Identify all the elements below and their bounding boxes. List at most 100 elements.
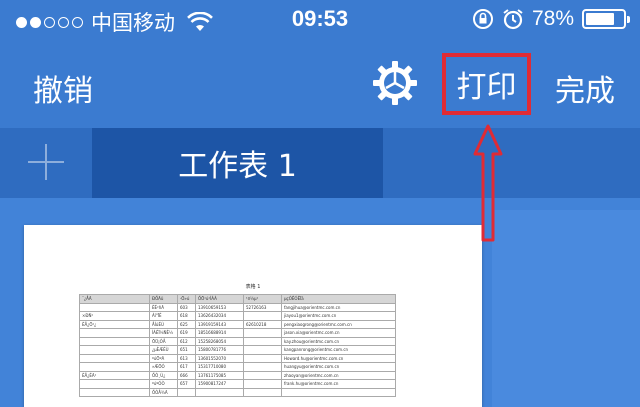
table-cell (243, 370, 282, 380)
tab-sheet-1[interactable]: 工作表 1 (92, 128, 383, 198)
table-cell: 657 (177, 379, 196, 389)
table-cell: ÕÔ¸Ú¿ (149, 370, 178, 380)
table-cell: 62610218 (243, 319, 282, 329)
table-title: 表格 1 (245, 284, 261, 290)
table-cell (79, 345, 150, 355)
table-cell: ÍÁÉÏ¼ÑÈ¼ (149, 328, 178, 338)
column-header: ¹¤¼µ¹ (243, 294, 282, 304)
table-cell: 13626432034 (195, 311, 244, 321)
table-cell: ÅÍúÉÚ (149, 319, 178, 329)
table-cell (243, 345, 282, 355)
print-button[interactable]: 打印 (442, 53, 531, 115)
table-cell: 13910659153 (195, 302, 244, 312)
table-row: »ÆÖÓ 617 15317710080 huangyu@orientmc.com.c… (79, 362, 396, 372)
table-cell: ÈÉ²ñÃ (149, 302, 178, 312)
table-row: ÈÅ¿Ö¹¿ ÅÍúÉÚ 625 13919159143 62610218 pengxia… (79, 319, 396, 329)
status-bar: 中国移动 09:53 78% (0, 0, 640, 40)
table-cell: jason.xia@orientmc.com.cn (281, 328, 396, 338)
column-header: ÐÕÃû (149, 294, 178, 304)
table-row: ¿µÈÆÉÙ 651 15800781776 kangpanrong@orientmc… (79, 345, 396, 355)
table-cell: jiayou1@orientmc.com.cn (281, 311, 396, 321)
table-cell: ºúºÓÒ (149, 379, 178, 389)
table-cell: ¿µÈÆÉÙ (149, 345, 178, 355)
undo-button[interactable]: 撤销 (33, 66, 93, 110)
table-cell: 52726163 (243, 302, 282, 312)
table-header-row: ˇ¿ÅÃ ÐÕÃû ·Ö»ú ÕÖ¹ú¹ÌÀÀ ¹¤¼µ¹ µçÓÊÓÊÏä (79, 294, 396, 304)
table-cell (243, 311, 282, 321)
table-row: ÍÁÉÏ¼ÑÈ¼ 619 18516688914 jason.xia@orientmc… (79, 328, 396, 338)
table-cell: pengxiaogrong@orientmc.com.cn (281, 319, 396, 329)
add-sheet-plus-icon[interactable] (28, 144, 64, 180)
table-cell (243, 362, 282, 372)
column-header: ˇ¿ÅÃ (79, 294, 150, 304)
table-cell: 666 (177, 370, 196, 380)
rotation-lock-icon (472, 9, 493, 29)
column-header: ·Ö»ú (177, 294, 196, 304)
table-cell (243, 379, 282, 389)
table-row: ºúÖºÃ 613 13601552070 Howard.hu@orientmc.co… (79, 353, 396, 363)
sheet-tab-label: 工作表 1 (178, 149, 297, 184)
table-cell: ÈÅ¿Ö¹¿ (79, 319, 150, 329)
table-cell: 613 (177, 353, 196, 363)
table-cell: 13601552070 (195, 353, 244, 363)
table-cell: 603 (177, 302, 196, 312)
table-row: ºúºÓÒ 657 15900817247 frank.hu@orientmc.com… (79, 379, 396, 389)
done-button[interactable]: 完成 (555, 66, 615, 110)
table-cell (79, 328, 150, 338)
table-cell (243, 328, 282, 338)
column-header: µçÓÊÓÊÏä (281, 294, 396, 304)
table-row: ÕÔÅ¾Ã (79, 387, 396, 397)
table-cell (243, 353, 282, 363)
table-cell (243, 336, 282, 346)
table-cell (79, 336, 150, 346)
table-cell: Àî°ÏÉ (149, 311, 178, 321)
table-cell (243, 387, 282, 397)
table-cell: 13919159143 (195, 319, 244, 329)
table-cell (195, 387, 244, 397)
table-cell: »ÆÖÓ (149, 362, 178, 372)
table-cell: zhaoyan@orientmc.com.cn (281, 370, 396, 380)
settings-gear-icon[interactable] (372, 60, 418, 106)
table-cell: 619 (177, 328, 196, 338)
battery-icon (582, 9, 630, 29)
red-arrow-annotation (473, 124, 503, 242)
table-cell (79, 362, 150, 372)
table-body: ÈÉ²ñÃ 603 13910659153 52726163 fangjihua@ori… (79, 302, 396, 397)
table-cell (79, 387, 150, 397)
table-cell: frank.hu@orientmc.com.cn (281, 379, 396, 389)
table-cell: Howard.hu@orientmc.com.cn (281, 353, 396, 363)
table-cell: 18516688914 (195, 328, 244, 338)
nav-bar: 撤销 打印 完成 (0, 40, 640, 128)
table-cell: 15900817247 (195, 379, 244, 389)
table-cell: 618 (177, 311, 196, 321)
print-preview-page[interactable]: 表格 1 ˇ¿ÅÃ ÐÕÃû ·Ö»ú ÕÖ¹ú¹ÌÀÀ ¹¤¼µ¹ µçÓÊÓ… (24, 225, 482, 407)
table-row: ×ÐÑ¹ Àî°ÏÉ 618 13626432034 jiayou1@orientmc.… (79, 311, 396, 321)
table-cell: 15317710080 (195, 362, 244, 372)
table-cell: 15800781776 (195, 345, 244, 355)
sheet-tab-bar: 工作表 1 (0, 128, 640, 198)
table-row: ÈÅ¿ÉÃ¹ ÕÔ¸Ú¿ 666 13761175085 zhaoyan@orientm… (79, 370, 396, 380)
table-cell: 13761175085 (195, 370, 244, 380)
print-label: 打印 (456, 70, 517, 105)
table-cell (79, 353, 150, 363)
table-row: ÖÜ¡ÓÅ 612 15258268054 kay.zhou@orientmc.com… (79, 336, 396, 346)
table-cell: ÈÅ¿ÉÃ¹ (79, 370, 150, 380)
table-cell (177, 387, 196, 397)
table-cell (79, 302, 150, 312)
table-cell: kangpanrong@orientmc.com.cn (281, 345, 396, 355)
table-cell: fangjihua@orientmc.com.cn (281, 302, 396, 312)
table-cell: ×ÐÑ¹ (79, 311, 150, 321)
table-cell: kay.zhou@orientmc.com.cn (281, 336, 396, 346)
table-cell: 617 (177, 362, 196, 372)
table-cell: huangyu@orientmc.com.cn (281, 362, 396, 372)
table-cell (79, 379, 150, 389)
battery-percent: 78% (531, 7, 574, 30)
battery-fill (586, 13, 615, 25)
table-cell: 625 (177, 319, 196, 329)
table-cell: ÖÜ¡ÓÅ (149, 336, 178, 346)
table-cell: 15258268054 (195, 336, 244, 346)
table-cell: 612 (177, 336, 196, 346)
next-page-shadow (492, 210, 640, 407)
table-row: ÈÉ²ñÃ 603 13910659153 52726163 fangjihua@ori… (79, 302, 396, 312)
alarm-icon (503, 9, 523, 30)
